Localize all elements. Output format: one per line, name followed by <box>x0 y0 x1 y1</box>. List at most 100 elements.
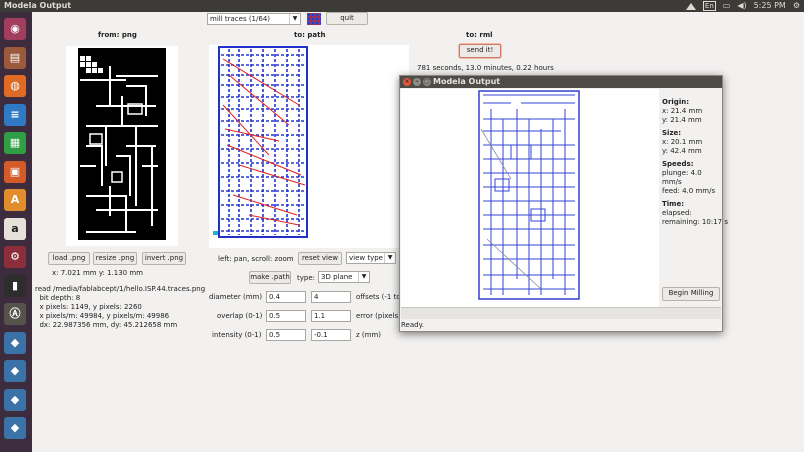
diameter-label: diameter (mm) <box>209 293 263 301</box>
png-preview[interactable] <box>66 46 178 246</box>
ubuntu-dash-icon[interactable]: ◉ <box>4 18 26 40</box>
file-info-line: x pixels: 1149, y pixels: 2260 <box>35 303 142 311</box>
overlap-input[interactable]: 0.5 <box>266 310 306 322</box>
z-label: z (mm) <box>356 331 381 339</box>
dialog-title: Modela Output <box>433 77 501 86</box>
firefox-icon[interactable]: ◍ <box>4 75 26 97</box>
to-path-header: to: path <box>294 31 326 39</box>
close-icon[interactable]: × <box>403 78 411 86</box>
begin-milling-button[interactable]: Begin Milling <box>662 287 720 301</box>
offsets-input[interactable]: 4 <box>311 291 351 303</box>
amazon-icon-glyph: a <box>11 221 19 235</box>
dialog-progress-strip <box>401 307 721 319</box>
window-title: Modela Output <box>4 1 72 10</box>
path-preview[interactable] <box>209 45 409 248</box>
file-info: read /media/fablabcept/1/hello.ISP.44.tr… <box>35 285 205 330</box>
clock-text[interactable]: 5:25 PM <box>754 0 786 12</box>
offsets-label: offsets (-1 to <box>356 293 401 301</box>
reset-view-button[interactable]: reset view <box>298 252 342 265</box>
terminal-icon[interactable]: ▮ <box>4 274 26 297</box>
impress-icon[interactable]: ▣ <box>4 160 26 183</box>
to-rml-header: to: rml <box>466 31 493 39</box>
dialog-titlebar[interactable]: × – □ Modela Output <box>400 76 722 88</box>
time-estimate: 781 seconds, 13.0 minutes, 0.22 hours <box>417 64 554 72</box>
overlap-label: overlap (0-1) <box>217 312 263 320</box>
python-icon-3-glyph: ◆ <box>10 392 20 406</box>
python-icon-4-glyph: ◆ <box>10 421 20 434</box>
pan-zoom-hint: left: pan, scroll: zoom <box>218 255 294 263</box>
diameter-input[interactable]: 0.4 <box>266 291 306 303</box>
battery-icon[interactable]: ▭ <box>723 0 731 12</box>
process-select-value: mill traces (1/64) <box>210 15 270 23</box>
dialog-status: Ready. <box>401 321 424 329</box>
minimize-icon[interactable]: – <box>413 78 421 86</box>
updater-icon[interactable]: Ⓐ <box>4 303 26 325</box>
python-icon-1-glyph: ◆ <box>10 335 20 349</box>
launcher: ◉ ▤ ◍ ≡ ▦ ▣ Aa ⚙ ▮ Ⓐ ◆ ◆ ◆ ◆ <box>0 12 32 452</box>
invert-png-button[interactable]: invert .png <box>142 252 186 265</box>
process-select[interactable]: mill traces (1/64) ▼ <box>207 13 301 25</box>
indicator-area: En ▭ ◀) 5:25 PM ⚙ <box>685 0 800 12</box>
keyboard-icon[interactable]: En <box>702 1 716 11</box>
milling-preview[interactable] <box>401 89 659 307</box>
calc-icon-glyph: ▦ <box>9 136 21 149</box>
firefox-icon-glyph: ◍ <box>10 79 20 92</box>
elapsed-time: elapsed: <box>662 209 692 217</box>
size-heading: Size: <box>662 129 682 137</box>
error-label: error (pixels) <box>356 312 401 320</box>
settings-icon[interactable]: ⚙ <box>793 0 800 12</box>
resize-png-button[interactable]: resize .png <box>93 252 137 265</box>
top-panel: Modela Output En ▭ ◀) 5:25 PM ⚙ <box>0 0 804 12</box>
load-png-button[interactable]: load .png <box>48 252 90 265</box>
type-select-value: 3D plane <box>321 273 353 281</box>
from-png-header: from: png <box>98 31 137 39</box>
quit-button[interactable]: quit <box>326 12 368 25</box>
view-type-select[interactable]: view type ▼ <box>346 252 396 264</box>
software-center-icon[interactable]: A <box>4 189 26 211</box>
origin-y: y: 21.4 mm <box>662 116 702 124</box>
color-grid-icon[interactable] <box>307 13 321 25</box>
modela-output-dialog[interactable]: × – □ Modela Output Origin: x: 21.4 mm y… <box>399 75 728 332</box>
settings-icon-glyph: ⚙ <box>10 250 20 263</box>
maximize-icon[interactable]: □ <box>423 78 431 86</box>
make-path-button[interactable]: make .path <box>249 271 291 284</box>
writer-icon[interactable]: ≡ <box>4 103 26 126</box>
python-icon-4[interactable]: ◆ <box>4 417 26 439</box>
plunge-speed: plunge: 4.0 mm/s <box>662 169 702 186</box>
software-center-icon-glyph: A <box>10 193 20 206</box>
file-info-line: dx: 22.987356 mm, dy: 45.212658 mm <box>35 321 178 329</box>
time-heading: Time: <box>662 200 685 208</box>
size-y: y: 42.4 mm <box>662 147 702 155</box>
cursor-coords: x: 7.021 mm y: 1.130 mm <box>52 269 143 277</box>
file-info-line: bit depth: 8 <box>35 294 81 302</box>
size-x: x: 20.1 mm <box>662 138 703 146</box>
volume-icon[interactable]: ◀) <box>737 0 746 12</box>
file-info-line: x pixels/m: 49984, y pixels/m: 49986 <box>35 312 170 320</box>
amazon-icon[interactable]: a <box>4 217 26 240</box>
intensity-input[interactable]: 0.5 <box>266 329 306 341</box>
chevron-down-icon: ▼ <box>358 272 369 282</box>
file-info-line: read /media/fablabcept/1/hello.ISP.44.tr… <box>35 285 206 293</box>
intensity-label: intensity (0-1) <box>212 331 262 339</box>
calc-icon[interactable]: ▦ <box>4 132 26 154</box>
wifi-icon[interactable] <box>685 2 696 10</box>
python-icon-2[interactable]: ◆ <box>4 360 26 382</box>
feed-speed: feed: 4.0 mm/s <box>662 187 716 195</box>
milling-path-image <box>478 90 580 300</box>
files-icon[interactable]: ▤ <box>4 46 26 69</box>
terminal-icon-glyph: ▮ <box>11 278 19 292</box>
chevron-down-icon: ▼ <box>384 253 395 263</box>
python-icon-3[interactable]: ◆ <box>4 388 26 411</box>
remaining-time: remaining: 10:17 s <box>662 218 728 226</box>
type-select[interactable]: 3D plane ▼ <box>318 271 370 283</box>
z-input[interactable]: -0.1 <box>311 329 351 341</box>
send-button[interactable]: send it! <box>459 44 501 58</box>
chevron-down-icon: ▼ <box>289 14 300 24</box>
view-type-value: view type <box>349 254 383 262</box>
updater-icon-glyph: Ⓐ <box>9 307 21 320</box>
error-input[interactable]: 1.1 <box>311 310 351 322</box>
settings-icon[interactable]: ⚙ <box>4 246 26 268</box>
pcb-traces-image <box>78 48 166 240</box>
python-icon-1[interactable]: ◆ <box>4 331 26 354</box>
python-icon-2-glyph: ◆ <box>10 364 20 377</box>
